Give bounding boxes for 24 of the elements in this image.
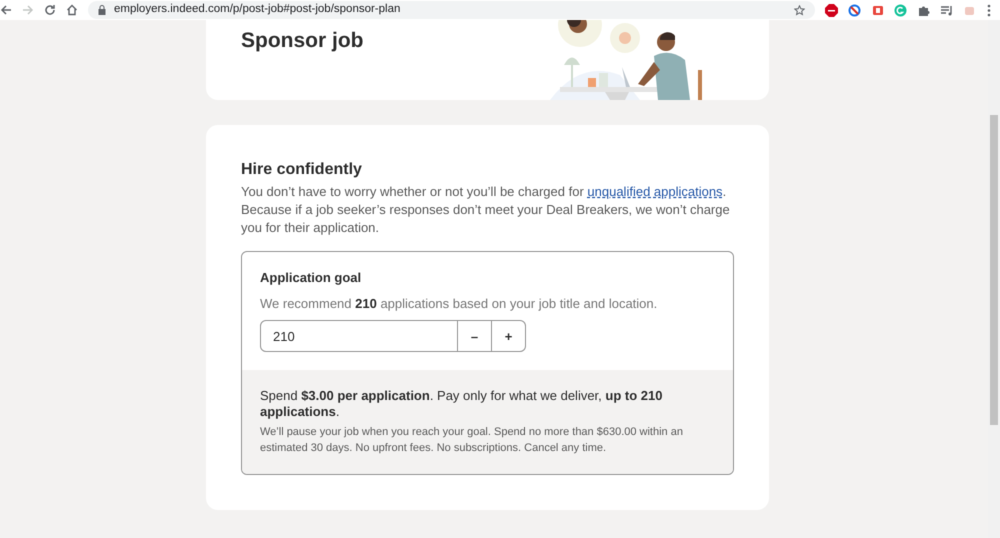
url-text: employers.indeed.com/p/post-job#post-job/sponsor-plan — [114, 2, 402, 18]
url-bar[interactable]: employers.indeed.com/p/post-job#post-job/sponsor-plan — [88, 1, 815, 19]
page-title: Sponsor job — [241, 28, 364, 54]
home-icon[interactable] — [66, 4, 78, 16]
recommendation-text: We recommend 210 applications based on your job title and location. — [260, 294, 658, 313]
puzzle-icon[interactable] — [917, 4, 930, 16]
star-icon[interactable] — [794, 4, 805, 16]
lock-icon — [98, 5, 106, 15]
summary-text: Spend $3.00 per application. Pay only for what we deliver, up to 210 applications. — [260, 388, 664, 420]
intro-paragraph: You don’t have to worry whether or not you’ll be charged for unqualified applications. Because if a job seeker’s responses don’t meet your Deal Breakers, we won’t charge you for their application. — [241, 183, 731, 238]
section-title: Hire confidently — [241, 160, 363, 180]
stop-sign-icon[interactable] — [825, 4, 838, 16]
back-icon[interactable] — [0, 4, 12, 16]
decrement-button[interactable]: – — [458, 320, 492, 352]
link[interactable]: unqualified applications — [587, 184, 723, 200]
increment-button[interactable]: + — [492, 320, 526, 352]
reload-icon[interactable] — [44, 4, 56, 16]
number-field[interactable]: 210 — [260, 320, 458, 352]
blocked-icon[interactable] — [848, 4, 861, 16]
playlist-icon[interactable] — [940, 4, 953, 16]
goal-title: Application goal — [260, 270, 362, 286]
details-text: We’ll pause your job when you reach your goal. Spend no more than $630.00 within an estimated 30 days. No upfront fees. No subscriptions. Cancel any time. — [260, 425, 684, 456]
scrollbar-thumb[interactable] — [990, 115, 998, 425]
more-icon[interactable] — [986, 4, 992, 16]
